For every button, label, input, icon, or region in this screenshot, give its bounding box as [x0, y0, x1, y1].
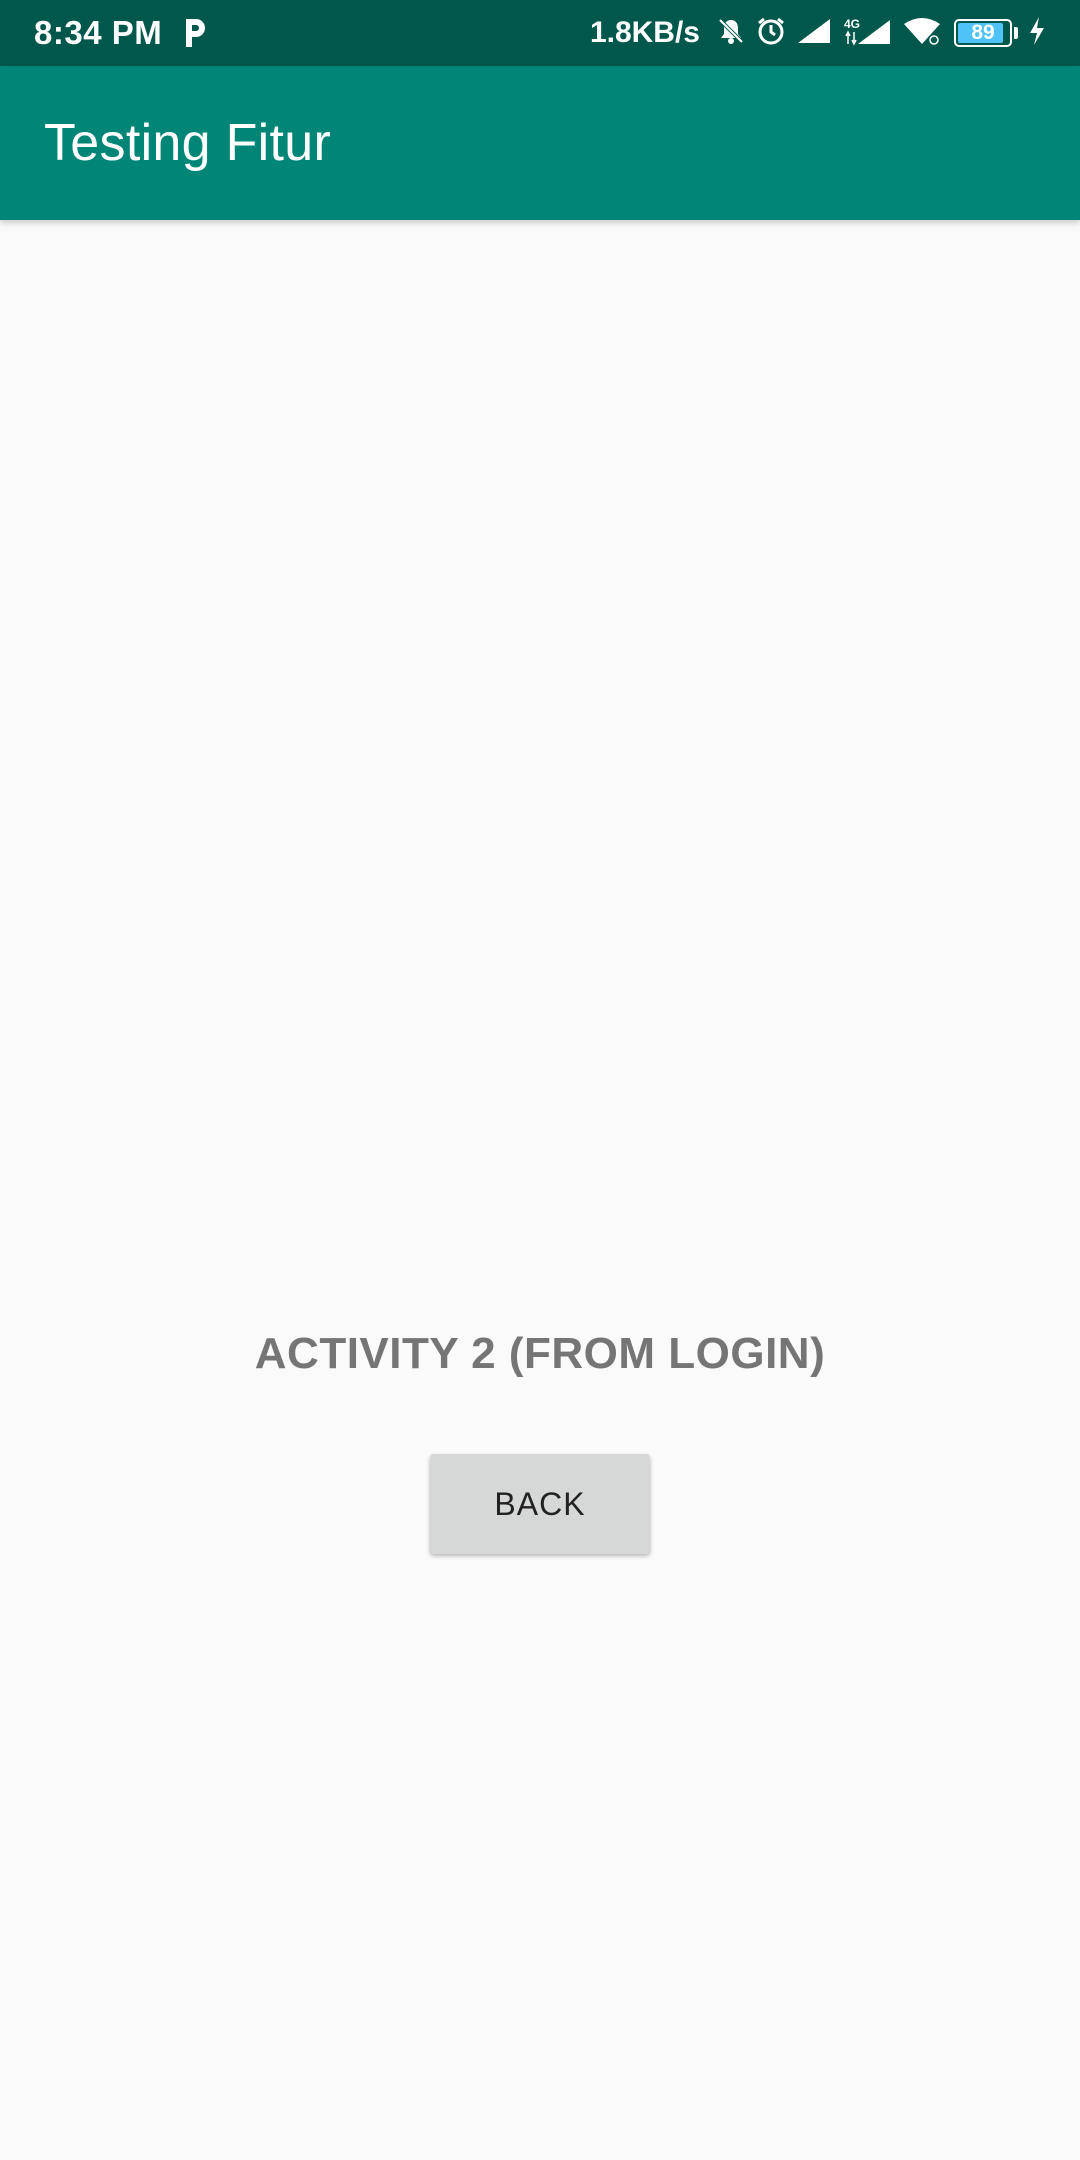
network-speed: 1.8KB/s — [589, 16, 700, 49]
network-type-label: 4G — [844, 17, 860, 31]
parking-icon — [182, 17, 208, 49]
app-title: Testing Fitur — [44, 114, 332, 172]
back-button[interactable]: BACK — [430, 1454, 650, 1554]
status-bar-right: 1.8KB/s 4G 89 — [590, 16, 1046, 51]
wifi-icon — [902, 16, 942, 51]
charging-icon — [1028, 16, 1046, 51]
signal-4g-icon: 4G — [842, 16, 892, 51]
battery-icon: 89 — [954, 19, 1012, 47]
activity-label: ACTIVITY 2 (FROM LOGIN) — [254, 1329, 826, 1378]
main-content: ACTIVITY 2 (FROM LOGIN) BACK — [0, 220, 1080, 2160]
alarm-icon — [756, 16, 786, 51]
status-time: 8:34 PM — [34, 14, 163, 51]
status-bar: 8:34 PM 1.8KB/s 4G 89 — [0, 0, 1080, 66]
battery-cap — [1014, 27, 1018, 39]
app-bar: Testing Fitur — [0, 66, 1080, 220]
mute-bell-icon — [716, 16, 746, 51]
status-bar-left: 8:34 PM — [34, 14, 208, 52]
signal-icon — [796, 17, 832, 50]
battery-level: 89 — [971, 21, 995, 44]
